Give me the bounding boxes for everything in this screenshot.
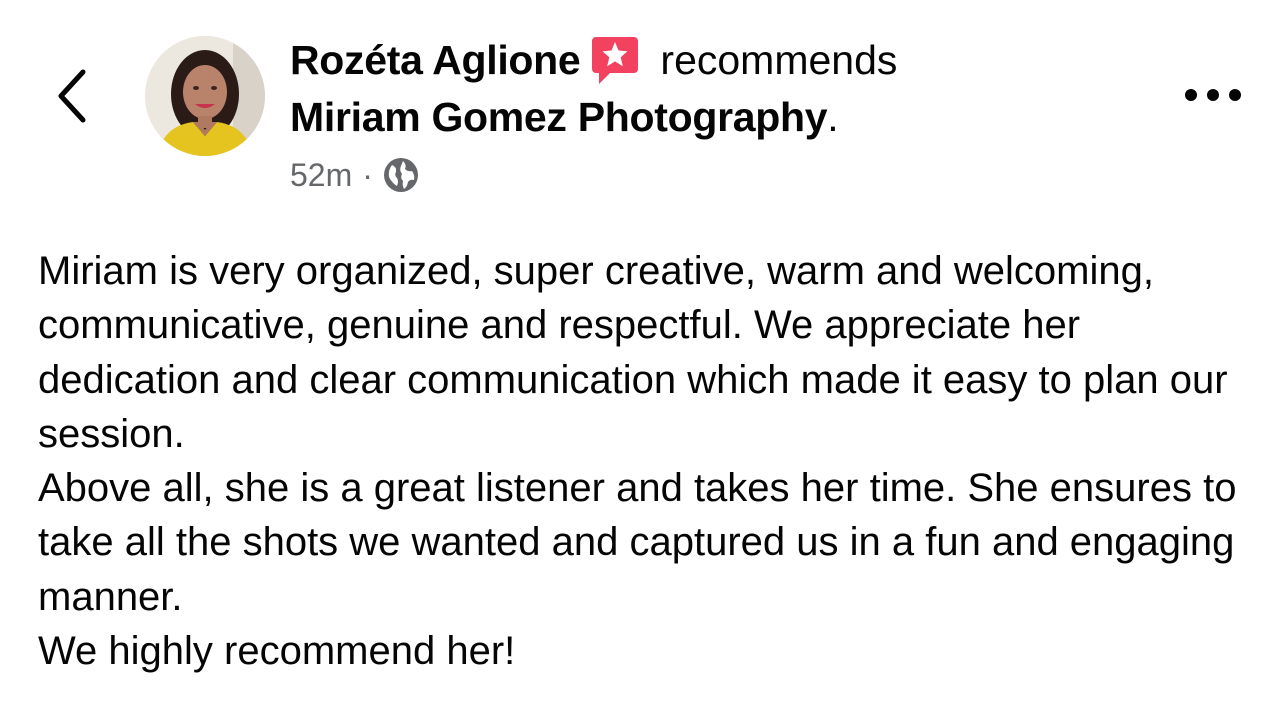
post-body: Miriam is very organized, super creative…	[38, 244, 1264, 678]
profile-photo	[145, 36, 265, 156]
post-paragraph: Miriam is very organized, super creative…	[38, 249, 1228, 456]
page-name-link[interactable]: Miriam Gomez Photography	[290, 94, 828, 141]
author-name-link[interactable]: Rozéta Aglione	[290, 37, 581, 84]
post-meta: 52m ·	[290, 152, 419, 198]
author-avatar[interactable]	[145, 36, 265, 156]
more-options-button[interactable]	[1178, 72, 1248, 118]
action-text: recommends	[660, 36, 898, 83]
recommendation-star-icon	[590, 33, 640, 87]
back-button[interactable]	[48, 66, 96, 126]
more-horizontal-icon	[1185, 89, 1241, 101]
post-paragraph: We highly recommend her!	[38, 629, 516, 674]
post-header: Rozéta Aglione recommends Miriam Gomez P…	[290, 32, 1150, 146]
post-paragraph: Above all, she is a great listener and t…	[38, 466, 1237, 619]
chevron-left-icon	[58, 69, 86, 123]
page-name-suffix: .	[827, 93, 839, 140]
globe-icon[interactable]	[383, 157, 419, 193]
header-line-page: Miriam Gomez Photography.	[290, 88, 1150, 146]
meta-separator: ·	[362, 156, 373, 193]
header-line-author: Rozéta Aglione recommends	[290, 32, 1150, 88]
post-timestamp[interactable]: 52m	[290, 157, 352, 194]
